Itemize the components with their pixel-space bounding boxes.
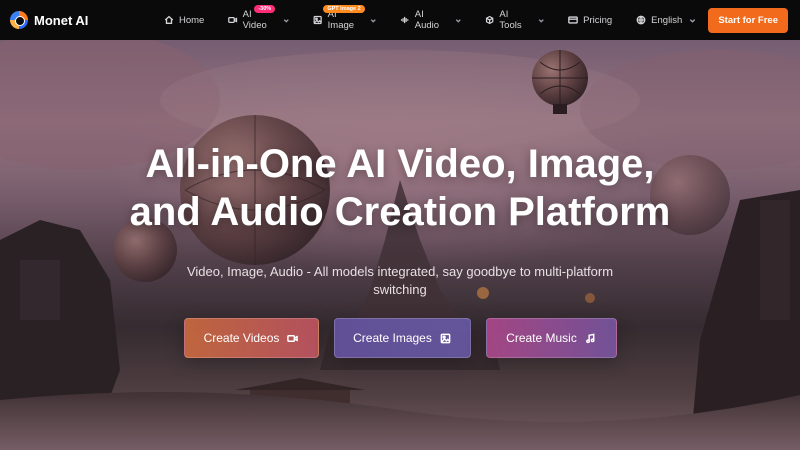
chevron-down-icon bbox=[370, 18, 376, 23]
audio-wave-icon bbox=[401, 16, 409, 24]
button-label: Create Music bbox=[506, 331, 577, 345]
chevron-down-icon bbox=[455, 18, 461, 23]
nav-label: AI Tools bbox=[499, 9, 522, 31]
hero-subtitle: Video, Image, Audio - All models integra… bbox=[186, 264, 614, 297]
chevron-down-icon bbox=[283, 18, 289, 23]
button-label: Create Images bbox=[353, 331, 432, 345]
language-selector[interactable]: English bbox=[624, 0, 708, 40]
nav-item-home[interactable]: Home bbox=[152, 0, 216, 40]
hero-cta-group: Create Videos Create Images Create Music bbox=[0, 318, 800, 358]
model-badge: GPT Image 2 bbox=[323, 5, 365, 13]
nav-label: AI Audio bbox=[414, 9, 440, 31]
button-label: Create Videos bbox=[203, 331, 280, 345]
video-camera-icon bbox=[228, 17, 238, 23]
globe-icon bbox=[636, 15, 646, 25]
chevron-down-icon bbox=[538, 18, 544, 23]
hero-title-line1: All-in-One AI Video, Image, bbox=[145, 142, 655, 186]
nav-item-ai-image[interactable]: GPT Image 2 AI Image bbox=[301, 0, 388, 40]
hero-overlay bbox=[0, 40, 800, 450]
image-icon bbox=[313, 15, 323, 25]
credit-card-icon bbox=[568, 16, 578, 24]
hero-title-line2: and Audio Creation Platform bbox=[129, 190, 671, 234]
create-images-button[interactable]: Create Images bbox=[333, 318, 471, 358]
discount-badge: -30% bbox=[254, 5, 276, 13]
chevron-down-icon bbox=[690, 18, 696, 23]
start-for-free-button[interactable]: Start for Free bbox=[708, 7, 788, 33]
create-music-button[interactable]: Create Music bbox=[485, 318, 617, 358]
music-note-icon bbox=[585, 332, 595, 343]
main-nav: Home -30% AI Video GPT Image 2 AI Image … bbox=[152, 0, 708, 40]
video-camera-icon bbox=[287, 334, 299, 342]
hero-title: All-in-One AI Video, Image, and Audio Cr… bbox=[0, 140, 800, 236]
brand[interactable]: Monet AI bbox=[10, 11, 140, 29]
nav-item-pricing[interactable]: Pricing bbox=[556, 0, 624, 40]
monet-logo-icon bbox=[10, 11, 28, 29]
nav-item-ai-video[interactable]: -30% AI Video bbox=[216, 0, 301, 40]
nav-item-ai-audio[interactable]: AI Audio bbox=[388, 0, 473, 40]
nav-label: English bbox=[651, 14, 683, 26]
image-icon bbox=[440, 333, 451, 343]
brand-name: Monet AI bbox=[34, 12, 89, 28]
home-icon bbox=[164, 15, 174, 24]
hero-section: All-in-One AI Video, Image, and Audio Cr… bbox=[0, 40, 800, 450]
nav-label: Home bbox=[179, 14, 205, 26]
nav-label: Pricing bbox=[583, 14, 613, 26]
cube-icon bbox=[486, 15, 494, 25]
create-videos-button[interactable]: Create Videos bbox=[183, 318, 319, 358]
nav-item-ai-tools[interactable]: AI Tools bbox=[473, 0, 556, 40]
top-navbar: Monet AI Home -30% AI Video GPT Image 2 … bbox=[0, 0, 800, 40]
